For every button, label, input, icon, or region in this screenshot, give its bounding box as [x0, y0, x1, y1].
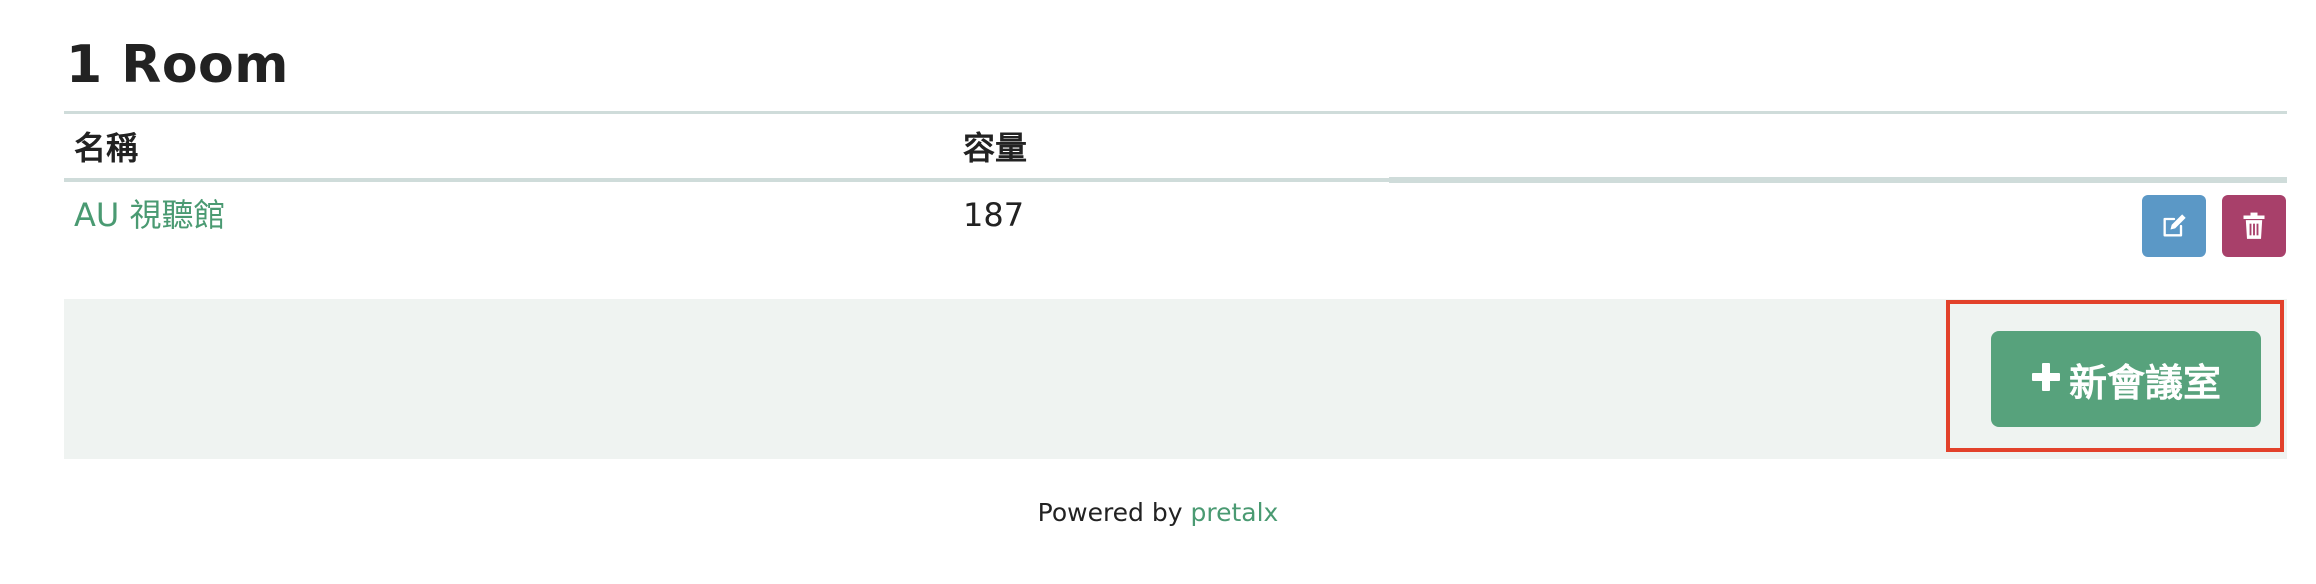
powered-by-footer: Powered by pretalx	[0, 496, 2316, 530]
powered-by-text: Powered by	[1037, 498, 1183, 527]
page-title: 1 Room	[66, 35, 289, 95]
pretalx-link[interactable]: pretalx	[1191, 498, 1279, 527]
room-capacity: 187	[963, 196, 1025, 234]
new-room-button[interactable]: 新會議室	[1991, 331, 2261, 427]
delete-room-button[interactable]	[2222, 195, 2286, 257]
table-row: AU 視聽館 187	[64, 183, 2287, 298]
column-header-capacity: 容量	[963, 129, 1028, 167]
edit-room-button[interactable]	[2142, 195, 2206, 257]
new-room-label: 新會議室	[2068, 360, 2221, 405]
column-header-name: 名稱	[74, 129, 139, 167]
edit-icon	[2160, 212, 2188, 240]
plus-icon	[2031, 357, 2061, 401]
room-name-link[interactable]: AU 視聽館	[74, 193, 226, 237]
header-divider	[64, 178, 1389, 182]
table-header: 名稱 容量	[64, 114, 2287, 179]
trash-icon	[2242, 212, 2266, 240]
